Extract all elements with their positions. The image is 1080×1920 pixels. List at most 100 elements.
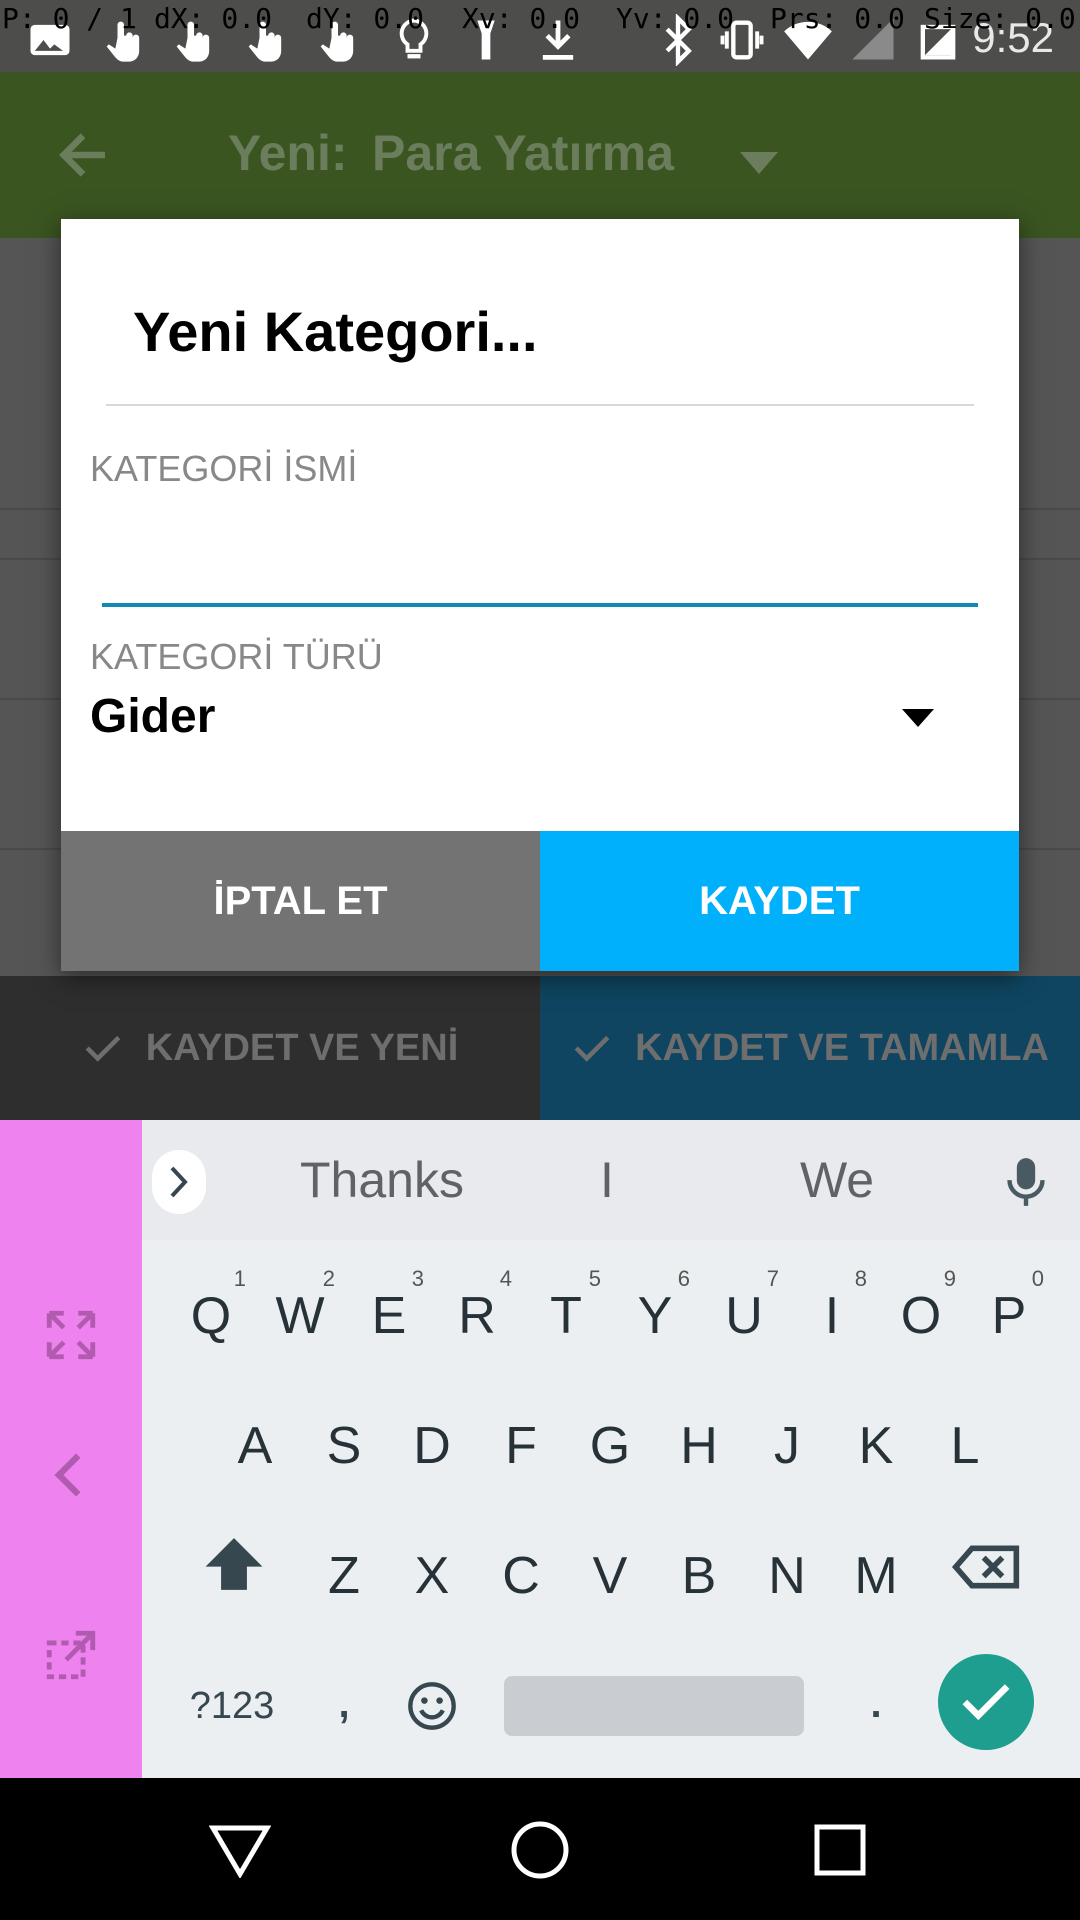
toolbar-toggle-button[interactable] (152, 1150, 206, 1214)
category-type-label: KATEGORİ TÜRÜ (90, 636, 383, 677)
key-label: Y (637, 1287, 673, 1345)
pointer-count: P: 0 / 1 (2, 2, 137, 35)
open-in-new-icon (46, 1630, 96, 1680)
floating-keyboard-button[interactable] (0, 1580, 142, 1730)
key-v[interactable]: V (571, 1524, 649, 1628)
emoji-icon (408, 1682, 456, 1730)
key-hint: 8 (854, 1266, 867, 1291)
app-bar: Yeni: Para Yatırma (0, 72, 1080, 238)
pointer-dx: dX: 0.0 (154, 2, 273, 35)
nav-home-button[interactable] (490, 1800, 590, 1900)
app-title-prefix: Yeni: (228, 125, 348, 181)
back-arrow-icon[interactable] (50, 122, 116, 188)
symbols-key[interactable]: ?123 (188, 1676, 276, 1736)
key-label: Q (190, 1287, 232, 1345)
dialog-divider (106, 404, 974, 406)
new-category-dialog: Yeni Kategori... KATEGORİ İSMİ KATEGORİ … (61, 219, 1019, 971)
soft-keyboard: Thanks I We Q1 W2 E3 R4 T5 Y6 U7 I8 O9 P… (0, 1120, 1080, 1778)
key-h[interactable]: H (660, 1394, 738, 1498)
category-type-value: Gider (90, 690, 216, 743)
key-b[interactable]: B (660, 1524, 738, 1628)
category-name-label: KATEGORİ İSMİ (90, 448, 358, 489)
key-p[interactable]: P0 (970, 1264, 1048, 1368)
key-e[interactable]: E3 (350, 1264, 428, 1368)
cursor-left-button[interactable] (0, 1400, 142, 1550)
pointer-pressure: Prs: 0.0 (770, 2, 905, 35)
key-label: U (725, 1287, 763, 1345)
key-z[interactable]: Z (305, 1524, 383, 1628)
suggestion-3[interactable]: We (722, 1120, 952, 1240)
save-and-complete-label: KAYDET VE TAMAMLA (635, 1026, 1049, 1069)
key-label: I (824, 1287, 840, 1345)
key-label: T (550, 1287, 582, 1345)
key-k[interactable]: K (837, 1394, 915, 1498)
key-label: P (991, 1287, 1027, 1345)
key-n[interactable]: N (748, 1524, 826, 1628)
keyboard-side-panel (0, 1120, 142, 1778)
period-key[interactable]: . (862, 1664, 890, 1744)
key-label: W (275, 1287, 325, 1345)
key-label: R (458, 1287, 496, 1345)
action-bar: KAYDET VE YENİ KAYDET VE TAMAMLA (0, 976, 1080, 1120)
key-d[interactable]: D (393, 1394, 471, 1498)
key-c[interactable]: C (482, 1524, 560, 1628)
category-type-select[interactable]: Gider (90, 681, 990, 757)
emoji-key[interactable] (404, 1676, 460, 1736)
key-i[interactable]: I8 (793, 1264, 871, 1368)
pointer-yv: Yv: 0.0 (616, 2, 735, 35)
shift-key[interactable] (196, 1526, 272, 1602)
suggestion-1[interactable]: Thanks (272, 1120, 492, 1240)
suggestion-2[interactable]: I (492, 1120, 722, 1240)
microphone-icon (1007, 1158, 1045, 1206)
key-y[interactable]: Y6 (616, 1264, 694, 1368)
nav-recents-button[interactable] (790, 1800, 890, 1900)
category-name-input[interactable] (102, 521, 978, 607)
key-hint: 6 (677, 1266, 690, 1291)
chevron-right-icon (170, 1166, 188, 1198)
comma-key[interactable]: , (330, 1664, 358, 1744)
pointer-location-overlay: P: 0 / 1 dX: 0.0 dY: 0.0 Xv: 0.0 Yv: 0.0… (0, 0, 1080, 36)
fullscreen-button[interactable] (0, 1260, 142, 1410)
key-r[interactable]: R4 (438, 1264, 516, 1368)
space-key[interactable] (504, 1676, 804, 1736)
home-circle-icon (511, 1821, 569, 1879)
save-button[interactable]: KAYDET (540, 831, 1019, 971)
key-label: O (900, 1287, 942, 1345)
enter-key[interactable] (938, 1654, 1034, 1750)
chevron-left-icon (54, 1453, 81, 1497)
key-hint: 9 (943, 1266, 956, 1291)
backspace-key[interactable] (948, 1532, 1024, 1602)
shift-arrow-icon (205, 1538, 263, 1590)
nav-back-button[interactable] (190, 1800, 290, 1900)
key-w[interactable]: W2 (261, 1264, 339, 1368)
chevron-down-icon[interactable] (740, 152, 778, 174)
key-s[interactable]: S (305, 1394, 383, 1498)
pointer-size: Size: 0.0 (924, 2, 1076, 35)
key-hint: 5 (588, 1266, 601, 1291)
key-hint: 7 (766, 1266, 779, 1291)
key-hint: 2 (322, 1266, 335, 1291)
transaction-type-selector[interactable]: Para Yatırma (372, 124, 674, 182)
key-o[interactable]: O9 (882, 1264, 960, 1368)
save-and-complete-button[interactable]: KAYDET VE TAMAMLA (540, 976, 1080, 1120)
save-and-new-button[interactable]: KAYDET VE YENİ (0, 976, 540, 1120)
voice-input-button[interactable] (994, 1150, 1058, 1214)
cancel-button[interactable]: İPTAL ET (61, 831, 540, 971)
key-u[interactable]: U7 (705, 1264, 783, 1368)
key-j[interactable]: J (748, 1394, 826, 1498)
back-triangle-icon (209, 1825, 271, 1878)
dropdown-arrow-icon (902, 709, 934, 727)
key-label: E (371, 1287, 407, 1345)
check-icon (85, 1035, 121, 1062)
key-a[interactable]: A (216, 1394, 294, 1498)
key-g[interactable]: G (571, 1394, 649, 1498)
key-x[interactable]: X (393, 1524, 471, 1628)
key-t[interactable]: T5 (527, 1264, 605, 1368)
recents-square-icon (814, 1824, 866, 1876)
key-m[interactable]: M (837, 1524, 915, 1628)
key-f[interactable]: F (482, 1394, 560, 1498)
checkmark-icon (962, 1684, 1010, 1721)
key-q[interactable]: Q1 (172, 1264, 250, 1368)
key-hint: 0 (1031, 1266, 1044, 1291)
key-l[interactable]: L (926, 1394, 1004, 1498)
